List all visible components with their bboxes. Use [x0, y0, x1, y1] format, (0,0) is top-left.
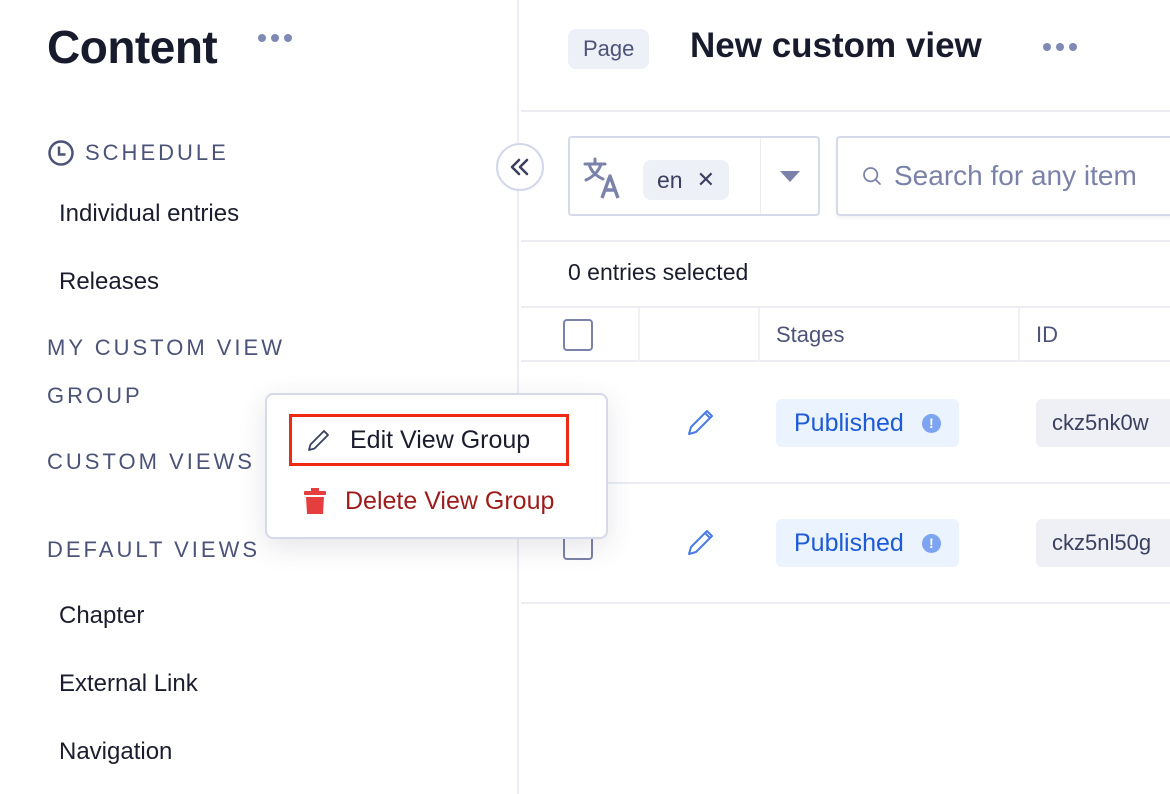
edit-view-group-menu-item[interactable]: Edit View Group [289, 414, 569, 466]
caret-down-icon[interactable] [780, 171, 800, 182]
section-my-custom-view-group-line1[interactable]: MY CUSTOM VIEW [47, 335, 285, 361]
sidebar-item-navigation[interactable]: Navigation [59, 738, 172, 766]
table-row[interactable]: Published ! ckz5nl50g [521, 484, 1170, 604]
view-group-context-menu: Edit View Group Delete View Group [265, 393, 608, 539]
id-chip: ckz5nl50g [1036, 519, 1170, 567]
stage-badge[interactable]: Published ! [776, 519, 959, 567]
more-dot [271, 34, 279, 42]
sidebar-item-chapter[interactable]: Chapter [59, 602, 144, 630]
sidebar-title: Content [47, 21, 218, 73]
delete-view-group-menu-item[interactable]: Delete View Group [289, 477, 568, 525]
locale-selector[interactable]: en ✕ [568, 136, 820, 216]
search-icon [863, 167, 881, 185]
column-header-id[interactable]: ID [1036, 322, 1058, 348]
edit-view-group-label: Edit View Group [350, 425, 531, 454]
more-dot [1069, 43, 1077, 51]
clock-icon [48, 140, 74, 166]
id-chip: ckz5nk0w [1036, 399, 1170, 447]
info-icon[interactable]: ! [921, 533, 941, 553]
section-schedule-label: SCHEDULE [85, 140, 229, 165]
view-title: New custom view [690, 26, 982, 65]
header-divider [521, 110, 1170, 112]
sidebar-more-button[interactable] [258, 34, 292, 42]
stage-label: Published [794, 528, 904, 557]
stage-label: Published [794, 408, 904, 437]
remove-locale-icon[interactable]: ✕ [697, 167, 715, 193]
column-divider [758, 308, 760, 362]
table-row[interactable]: Published ! ckz5nk0w [521, 364, 1170, 484]
selection-status: 0 entries selected [568, 259, 749, 285]
pencil-icon[interactable] [685, 526, 717, 558]
view-more-button[interactable] [1043, 43, 1077, 51]
sidebar-item-individual-entries[interactable]: Individual entries [59, 200, 239, 228]
locale-chip: en ✕ [643, 160, 730, 200]
section-default-views: DEFAULT VIEWS [47, 537, 261, 562]
section-my-custom-view-group-line2[interactable]: GROUP [47, 383, 143, 409]
column-divider [1018, 308, 1020, 362]
trash-icon [304, 488, 326, 514]
column-divider [638, 308, 640, 362]
info-icon[interactable]: ! [921, 413, 941, 433]
translate-icon [583, 157, 620, 199]
filters-divider [521, 240, 1170, 242]
pencil-icon [308, 430, 329, 451]
chevrons-left-icon [510, 158, 529, 176]
more-dot [1056, 43, 1064, 51]
search-input[interactable] [894, 160, 1170, 192]
column-header-stages[interactable]: Stages [776, 322, 845, 348]
sidebar-item-external-link[interactable]: External Link [59, 670, 198, 698]
sidebar-item-releases[interactable]: Releases [59, 268, 159, 296]
section-custom-views[interactable]: CUSTOM VIEWS [47, 449, 255, 475]
select-all-checkbox[interactable] [563, 319, 593, 351]
more-dot [284, 34, 292, 42]
model-tag: Page [568, 29, 650, 69]
table-header: Stages ID [521, 306, 1170, 362]
locale-chip-label: en [657, 166, 683, 193]
stage-badge[interactable]: Published ! [776, 399, 959, 447]
more-dots-icon [258, 34, 266, 42]
locale-divider [760, 138, 761, 214]
section-schedule: SCHEDULE [47, 139, 229, 167]
collapse-sidebar-button[interactable] [496, 143, 544, 191]
search-field[interactable] [836, 136, 1170, 216]
more-dots-icon [1043, 43, 1051, 51]
main-panel: Page New custom view en ✕ 0 entries sele… [521, 0, 1170, 794]
pencil-icon[interactable] [685, 406, 717, 438]
delete-view-group-label: Delete View Group [345, 486, 555, 515]
